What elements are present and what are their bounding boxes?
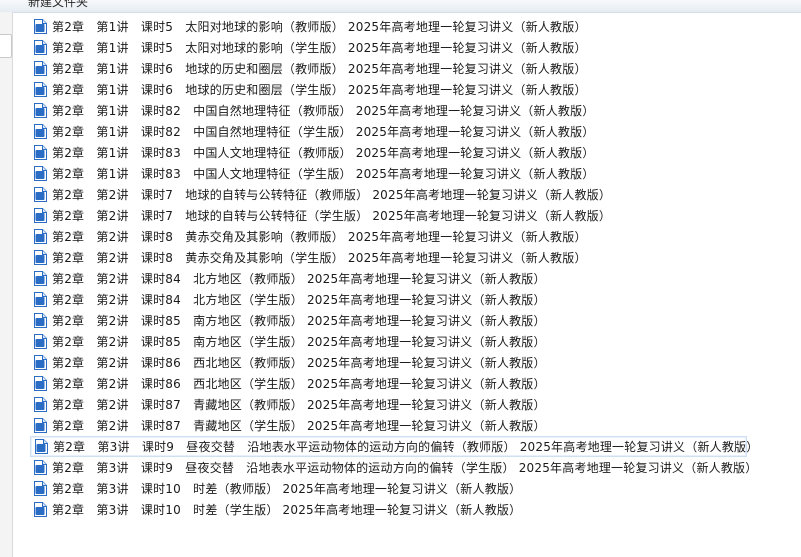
- file-name: 第2章 第1讲 课时83 中国人文地理特征（教师版） 2025年高考地理一轮复习…: [52, 146, 595, 160]
- word-doc-icon: [33, 229, 47, 244]
- word-doc-icon: [33, 61, 47, 76]
- word-doc-icon: [33, 271, 47, 286]
- file-item[interactable]: 第2章 第2讲 课时7 地球的自转与公转特征（学生版） 2025年高考地理一轮复…: [30, 205, 800, 226]
- file-item[interactable]: 第2章 第1讲 课时5 太阳对地球的影响（学生版） 2025年高考地理一轮复习讲…: [30, 37, 800, 58]
- word-doc-icon: [34, 439, 48, 454]
- file-item[interactable]: 第2章 第1讲 课时6 地球的历史和圈层（学生版） 2025年高考地理一轮复习讲…: [30, 79, 800, 100]
- file-name: 第2章 第2讲 课时7 地球的自转与公转特征（教师版） 2025年高考地理一轮复…: [52, 188, 612, 202]
- file-item[interactable]: 第2章 第2讲 课时85 南方地区（教师版） 2025年高考地理一轮复习讲义（新…: [30, 310, 800, 331]
- file-name: 第2章 第2讲 课时84 北方地区（教师版） 2025年高考地理一轮复习讲义（新…: [52, 272, 546, 286]
- file-item[interactable]: 第2章 第2讲 课时87 青藏地区（学生版） 2025年高考地理一轮复习讲义（新…: [30, 415, 800, 436]
- file-item[interactable]: 第2章 第3讲 课时9 昼夜交替 沿地表水平运动物体的运动方向的偏转（学生版） …: [30, 457, 800, 478]
- word-doc-icon: [33, 250, 47, 265]
- word-doc-icon: [33, 208, 47, 223]
- file-name: 第2章 第2讲 课时85 南方地区（学生版） 2025年高考地理一轮复习讲义（新…: [52, 335, 546, 349]
- file-name: 第2章 第2讲 课时86 西北地区（教师版） 2025年高考地理一轮复习讲义（新…: [52, 356, 546, 370]
- file-name: 第2章 第3讲 课时9 昼夜交替 沿地表水平运动物体的运动方向的偏转（教师版） …: [53, 440, 759, 454]
- file-item[interactable]: 第2章 第1讲 课时83 中国人文地理特征（教师版） 2025年高考地理一轮复习…: [30, 142, 800, 163]
- file-item[interactable]: 第2章 第1讲 课时83 中国人文地理特征（学生版） 2025年高考地理一轮复习…: [30, 163, 800, 184]
- word-doc-icon: [33, 376, 47, 391]
- file-item[interactable]: 第2章 第2讲 课时86 西北地区（教师版） 2025年高考地理一轮复习讲义（新…: [30, 352, 800, 373]
- file-item[interactable]: 第2章 第3讲 课时10 时差（学生版） 2025年高考地理一轮复习讲义（新人教…: [30, 499, 800, 520]
- file-name: 第2章 第2讲 课时87 青藏地区（教师版） 2025年高考地理一轮复习讲义（新…: [52, 398, 546, 412]
- file-name: 第2章 第1讲 课时6 地球的历史和圈层（教师版） 2025年高考地理一轮复习讲…: [52, 62, 587, 76]
- word-doc-icon: [33, 334, 47, 349]
- word-doc-icon: [33, 355, 47, 370]
- file-name: 第2章 第2讲 课时86 西北地区（学生版） 2025年高考地理一轮复习讲义（新…: [52, 377, 546, 391]
- word-doc-icon: [33, 313, 47, 328]
- word-doc-icon: [33, 418, 47, 433]
- file-item[interactable]: 第2章 第3讲 课时9 昼夜交替 沿地表水平运动物体的运动方向的偏转（教师版） …: [30, 436, 758, 457]
- file-item[interactable]: 第2章 第1讲 课时82 中国自然地理特征（学生版） 2025年高考地理一轮复习…: [30, 121, 800, 142]
- file-item[interactable]: 第2章 第1讲 课时5 太阳对地球的影响（教师版） 2025年高考地理一轮复习讲…: [30, 16, 800, 37]
- file-name: 第2章 第2讲 课时7 地球的自转与公转特征（学生版） 2025年高考地理一轮复…: [52, 209, 612, 223]
- word-doc-icon: [33, 19, 47, 34]
- word-doc-icon: [33, 460, 47, 475]
- file-name: 第2章 第2讲 课时8 黄赤交角及其影响（教师版） 2025年高考地理一轮复习讲…: [52, 230, 587, 244]
- file-item[interactable]: 第2章 第2讲 课时84 北方地区（学生版） 2025年高考地理一轮复习讲义（新…: [30, 289, 800, 310]
- word-doc-icon: [33, 397, 47, 412]
- file-item[interactable]: 第2章 第2讲 课时86 西北地区（学生版） 2025年高考地理一轮复习讲义（新…: [30, 373, 800, 394]
- file-name: 第2章 第2讲 课时87 青藏地区（学生版） 2025年高考地理一轮复习讲义（新…: [52, 419, 546, 433]
- file-item[interactable]: 第2章 第2讲 课时8 黄赤交角及其影响（教师版） 2025年高考地理一轮复习讲…: [30, 226, 800, 247]
- file-item[interactable]: 第2章 第2讲 课时84 北方地区（教师版） 2025年高考地理一轮复习讲义（新…: [30, 268, 800, 289]
- file-item[interactable]: 第2章 第3讲 课时10 时差（教师版） 2025年高考地理一轮复习讲义（新人教…: [30, 478, 800, 499]
- word-doc-icon: [33, 124, 47, 139]
- file-item[interactable]: 第2章 第2讲 课时8 黄赤交角及其影响（学生版） 2025年高考地理一轮复习讲…: [30, 247, 800, 268]
- word-doc-icon: [33, 502, 47, 517]
- navigation-pane: [0, 12, 13, 557]
- navigation-pane-tab[interactable]: [0, 34, 12, 58]
- window-title-bar: 新建文件夹: [0, 0, 801, 13]
- file-list: 第2章 第1讲 课时5 太阳对地球的影响（教师版） 2025年高考地理一轮复习讲…: [30, 16, 800, 520]
- word-doc-icon: [33, 40, 47, 55]
- file-item[interactable]: 第2章 第2讲 课时7 地球的自转与公转特征（教师版） 2025年高考地理一轮复…: [30, 184, 800, 205]
- file-item[interactable]: 第2章 第1讲 课时82 中国自然地理特征（教师版） 2025年高考地理一轮复习…: [30, 100, 800, 121]
- file-name: 第2章 第2讲 课时85 南方地区（教师版） 2025年高考地理一轮复习讲义（新…: [52, 314, 546, 328]
- file-name: 第2章 第3讲 课时10 时差（学生版） 2025年高考地理一轮复习讲义（新人教…: [52, 503, 522, 517]
- file-name: 第2章 第3讲 课时10 时差（教师版） 2025年高考地理一轮复习讲义（新人教…: [52, 482, 522, 496]
- file-item[interactable]: 第2章 第2讲 课时87 青藏地区（教师版） 2025年高考地理一轮复习讲义（新…: [30, 394, 800, 415]
- word-doc-icon: [33, 82, 47, 97]
- word-doc-icon: [33, 145, 47, 160]
- word-doc-icon: [33, 103, 47, 118]
- word-doc-icon: [33, 481, 47, 496]
- file-name: 第2章 第1讲 课时5 太阳对地球的影响（教师版） 2025年高考地理一轮复习讲…: [52, 20, 587, 34]
- file-name: 第2章 第1讲 课时5 太阳对地球的影响（学生版） 2025年高考地理一轮复习讲…: [52, 41, 587, 55]
- file-name: 第2章 第2讲 课时84 北方地区（学生版） 2025年高考地理一轮复习讲义（新…: [52, 293, 546, 307]
- file-name: 第2章 第1讲 课时82 中国自然地理特征（学生版） 2025年高考地理一轮复习…: [52, 125, 595, 139]
- file-name: 第2章 第2讲 课时8 黄赤交角及其影响（学生版） 2025年高考地理一轮复习讲…: [52, 251, 587, 265]
- folder-title: 新建文件夹: [28, 0, 89, 9]
- file-name: 第2章 第1讲 课时82 中国自然地理特征（教师版） 2025年高考地理一轮复习…: [52, 104, 595, 118]
- file-name: 第2章 第3讲 课时9 昼夜交替 沿地表水平运动物体的运动方向的偏转（学生版） …: [52, 461, 758, 475]
- file-name: 第2章 第1讲 课时83 中国人文地理特征（学生版） 2025年高考地理一轮复习…: [52, 167, 595, 181]
- word-doc-icon: [33, 166, 47, 181]
- file-name: 第2章 第1讲 课时6 地球的历史和圈层（学生版） 2025年高考地理一轮复习讲…: [52, 83, 587, 97]
- file-item[interactable]: 第2章 第1讲 课时6 地球的历史和圈层（教师版） 2025年高考地理一轮复习讲…: [30, 58, 800, 79]
- file-item[interactable]: 第2章 第2讲 课时85 南方地区（学生版） 2025年高考地理一轮复习讲义（新…: [30, 331, 800, 352]
- word-doc-icon: [33, 292, 47, 307]
- word-doc-icon: [33, 187, 47, 202]
